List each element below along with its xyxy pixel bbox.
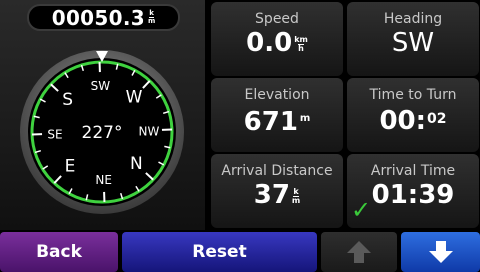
compass-dial: SW W NW N NE ESE S 227° <box>20 50 184 214</box>
scroll-down-button[interactable] <box>401 232 480 272</box>
checkmark-icon: ✓ <box>351 196 372 224</box>
compass-heading-readout: 227° <box>82 123 123 143</box>
compass-panel: 00050.3 k m SW W NW N NE E SE S 227° <box>0 0 205 230</box>
compass-label-ne: NE <box>95 173 112 187</box>
field-label: Arrival Distance <box>221 163 333 179</box>
compass-label-nw: NW <box>139 124 160 138</box>
field-speed[interactable]: Speed 0.0 km h <box>211 2 343 76</box>
arrival-distance-unit: k m <box>291 187 301 205</box>
odometer-value: 00050.3 <box>51 5 145 30</box>
field-elevation[interactable]: Elevation 671 m <box>211 78 343 152</box>
elevation-value: 671 <box>243 107 298 137</box>
field-label: Elevation <box>244 87 310 103</box>
compass-label-n: N <box>130 154 143 174</box>
arrow-up-icon <box>347 241 371 263</box>
field-arrival-time[interactable]: Arrival Time 01:39 ✓ <box>347 154 479 228</box>
field-label: Speed <box>255 11 299 27</box>
speed-unit: km h <box>294 35 308 53</box>
time-to-turn-seconds: 02 <box>427 111 447 127</box>
scroll-up-button[interactable] <box>321 232 397 272</box>
time-to-turn-value: 00: <box>379 106 427 136</box>
compass-label-w: W <box>126 88 143 108</box>
compass-label-e: E <box>65 156 76 176</box>
elevation-unit: m <box>299 113 311 124</box>
speed-value: 0.0 <box>246 28 293 58</box>
field-heading[interactable]: Heading SW <box>347 2 479 76</box>
back-button[interactable]: Back <box>0 232 118 272</box>
compass-label-sw: SW <box>91 79 111 93</box>
field-label: Time to Turn <box>369 87 457 103</box>
field-label: Heading <box>383 11 443 27</box>
compass-label-s: S <box>62 90 73 110</box>
compass-label-se: SE <box>47 128 62 142</box>
bottom-toolbar: Back Reset <box>0 230 480 272</box>
arrival-distance-value: 37 <box>253 180 290 210</box>
odometer-unit: k m <box>147 9 156 25</box>
reset-button[interactable]: Reset <box>122 232 317 272</box>
data-fields-grid: Speed 0.0 km h Heading SW Elevation 671 … <box>207 0 480 230</box>
arrival-time-value: 01:39 <box>371 180 455 210</box>
field-arrival-distance[interactable]: Arrival Distance 37 k m <box>211 154 343 228</box>
heading-value: SW <box>391 28 435 58</box>
arrow-down-icon <box>428 241 453 263</box>
odometer: 00050.3 k m <box>27 4 180 31</box>
field-time-to-turn[interactable]: Time to Turn 00: 02 <box>347 78 479 152</box>
field-label: Arrival Time <box>370 163 456 179</box>
